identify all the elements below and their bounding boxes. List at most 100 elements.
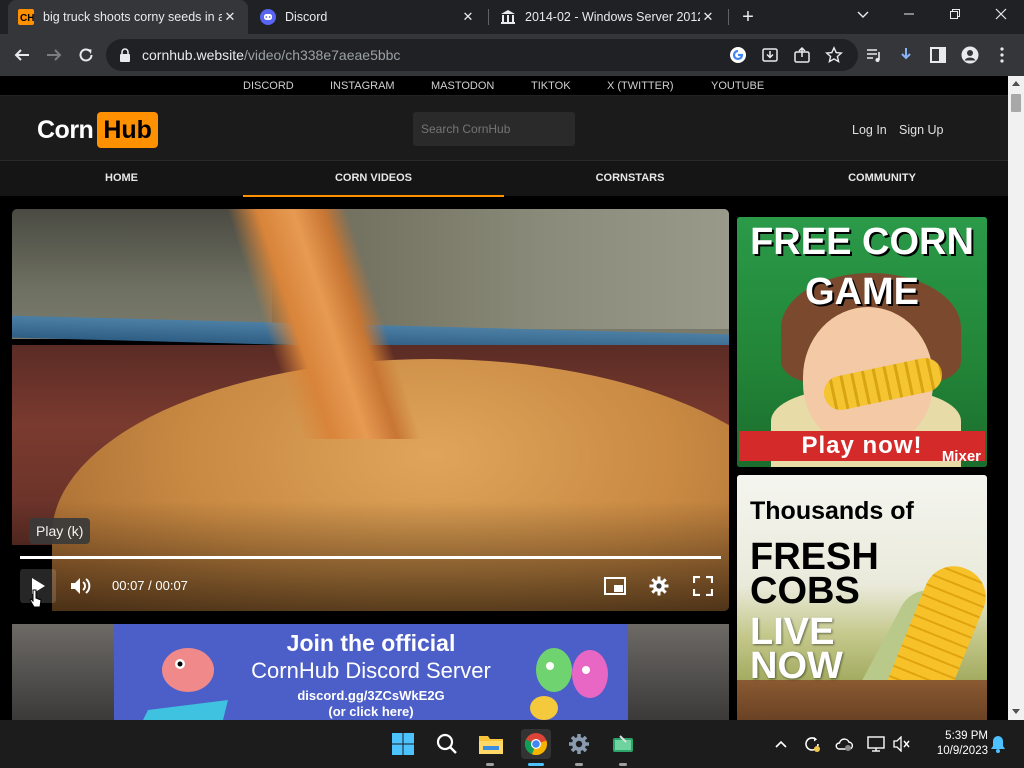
- tab-discord[interactable]: Discord ✕: [250, 0, 486, 34]
- close-tab-icon[interactable]: ✕: [700, 9, 716, 25]
- minimize-button[interactable]: [886, 0, 932, 30]
- side-panel-button[interactable]: [926, 43, 950, 67]
- taskbar-clock[interactable]: 5:39 PM 10/9/2023: [918, 729, 988, 759]
- menu-button[interactable]: [990, 43, 1014, 67]
- cornhub-favicon-icon: CH: [18, 9, 34, 25]
- miniplayer-button[interactable]: [600, 569, 630, 603]
- sync-tray-icon[interactable]: [802, 734, 822, 754]
- tab-search-button[interactable]: [840, 0, 886, 30]
- onedrive-tray-icon[interactable]: [834, 734, 854, 754]
- chevron-down-icon: [857, 11, 869, 18]
- nav-corn-videos[interactable]: CORN VIDEOS: [243, 161, 504, 197]
- ad-headline-3: LIVE NOW: [750, 611, 843, 687]
- arrow-right-icon: [47, 49, 62, 61]
- download-arrow-icon: [901, 48, 911, 60]
- social-link-discord[interactable]: DISCORD: [243, 80, 294, 92]
- app-window-icon: [613, 735, 633, 752]
- ad-brand: Mixer: [941, 448, 981, 465]
- google-icon: [730, 47, 746, 63]
- display-tray-icon[interactable]: [866, 734, 886, 754]
- close-icon: [995, 8, 1007, 20]
- social-link-instagram[interactable]: INSTAGRAM: [330, 80, 395, 92]
- nav-community[interactable]: COMMUNITY: [756, 161, 1008, 197]
- show-hidden-icons-button[interactable]: [771, 734, 791, 754]
- play-tooltip: Play (k): [29, 518, 91, 544]
- ad-headline: Thousands of: [750, 497, 914, 525]
- bell-icon: [991, 736, 1005, 753]
- settings-button[interactable]: [644, 569, 674, 603]
- chrome-button[interactable]: [521, 729, 551, 759]
- close-tab-icon[interactable]: ✕: [460, 9, 476, 25]
- ad-headline-2: FRESH COBS: [750, 536, 879, 612]
- video-progress-fill: [20, 556, 721, 559]
- social-link-mastodon[interactable]: MASTODON: [431, 80, 494, 92]
- close-tab-icon[interactable]: ✕: [222, 9, 238, 25]
- login-link[interactable]: Log In: [852, 123, 887, 137]
- fullscreen-button[interactable]: [688, 569, 718, 603]
- scroll-thumb[interactable]: [1011, 94, 1021, 112]
- scroll-down-arrow[interactable]: [1012, 709, 1020, 714]
- profile-button[interactable]: [958, 43, 982, 67]
- install-app-button[interactable]: [758, 43, 782, 67]
- page-scrollbar[interactable]: [1008, 76, 1024, 720]
- settings-app-button[interactable]: [565, 730, 593, 758]
- tab-video[interactable]: CH big truck shoots corny seeds in a ✕: [8, 0, 248, 34]
- social-link-x-twitter[interactable]: X (TWITTER): [607, 80, 674, 92]
- nav-cornstars[interactable]: CORNSTARS: [504, 161, 756, 197]
- video-player[interactable]: Play (k) 00:07 / 00:07: [12, 209, 729, 611]
- reload-button[interactable]: [74, 43, 98, 67]
- banner-mascot-left: [143, 648, 228, 720]
- ad-headline-2: GAME: [805, 271, 919, 313]
- video-progress-bar[interactable]: [20, 556, 721, 559]
- app-button[interactable]: [609, 730, 637, 758]
- share-button[interactable]: [790, 43, 814, 67]
- restore-button[interactable]: [932, 0, 978, 30]
- ad-fresh-cobs[interactable]: Thousands of FRESH COBS LIVE NOW: [737, 475, 987, 720]
- main-nav: HOME CORN VIDEOS CORNSTARS COMMUNITY: [0, 160, 1008, 197]
- profile-icon: [961, 46, 979, 64]
- chevron-up-icon: [775, 740, 787, 748]
- bookmark-button[interactable]: [822, 43, 846, 67]
- tab-divider: [488, 9, 489, 25]
- miniplayer-icon: [604, 577, 626, 595]
- svg-text:CH: CH: [20, 13, 34, 24]
- volume-button[interactable]: [66, 569, 96, 603]
- signup-link[interactable]: Sign Up: [899, 123, 943, 137]
- running-indicator: [619, 763, 627, 766]
- monitor-icon: [867, 736, 885, 752]
- back-button[interactable]: [10, 43, 34, 67]
- url-text: cornhub.website/video/ch338e7aeae5bbc: [142, 47, 400, 63]
- downloads-button[interactable]: [894, 43, 918, 67]
- logo-badge: Hub: [97, 112, 158, 148]
- folder-icon: [479, 736, 503, 754]
- nav-home[interactable]: HOME: [0, 161, 243, 197]
- site-logo[interactable]: Corn Hub: [37, 112, 158, 148]
- social-link-tiktok[interactable]: TIKTOK: [531, 80, 571, 92]
- discord-banner[interactable]: Join the official CornHub Discord Server…: [12, 624, 729, 720]
- start-button[interactable]: [389, 730, 417, 758]
- ad-headline: FREE CORN: [750, 221, 974, 263]
- volume-icon: [71, 578, 91, 594]
- video-time: 00:07 / 00:07: [112, 578, 188, 593]
- fullscreen-icon: [693, 576, 713, 596]
- social-link-youtube[interactable]: YOUTUBE: [711, 80, 764, 92]
- scroll-up-arrow[interactable]: [1012, 81, 1020, 86]
- media-control-button[interactable]: [862, 43, 886, 67]
- file-explorer-button[interactable]: [477, 730, 505, 758]
- tab-title: big truck shoots corny seeds in a: [43, 10, 222, 24]
- ad-free-corn-game[interactable]: FREE CORN GAME Play now! Mixer: [737, 217, 987, 467]
- new-tab-button[interactable]: +: [738, 6, 758, 28]
- arrow-left-icon: [14, 49, 29, 61]
- notifications-button[interactable]: [988, 734, 1008, 754]
- reload-icon: [79, 48, 93, 62]
- search-icon: [436, 733, 457, 754]
- google-lens-button[interactable]: [726, 43, 750, 67]
- gear-icon: [569, 734, 589, 754]
- volume-tray-icon[interactable]: [892, 734, 912, 754]
- tab-windows-server[interactable]: 2014-02 - Windows Server 2012 ✕: [490, 0, 726, 34]
- search-input[interactable]: [413, 112, 575, 146]
- taskbar-search-button[interactable]: [433, 730, 461, 758]
- close-window-button[interactable]: [978, 0, 1024, 30]
- forward-button[interactable]: [42, 43, 66, 67]
- kebab-menu-icon: [1000, 47, 1004, 63]
